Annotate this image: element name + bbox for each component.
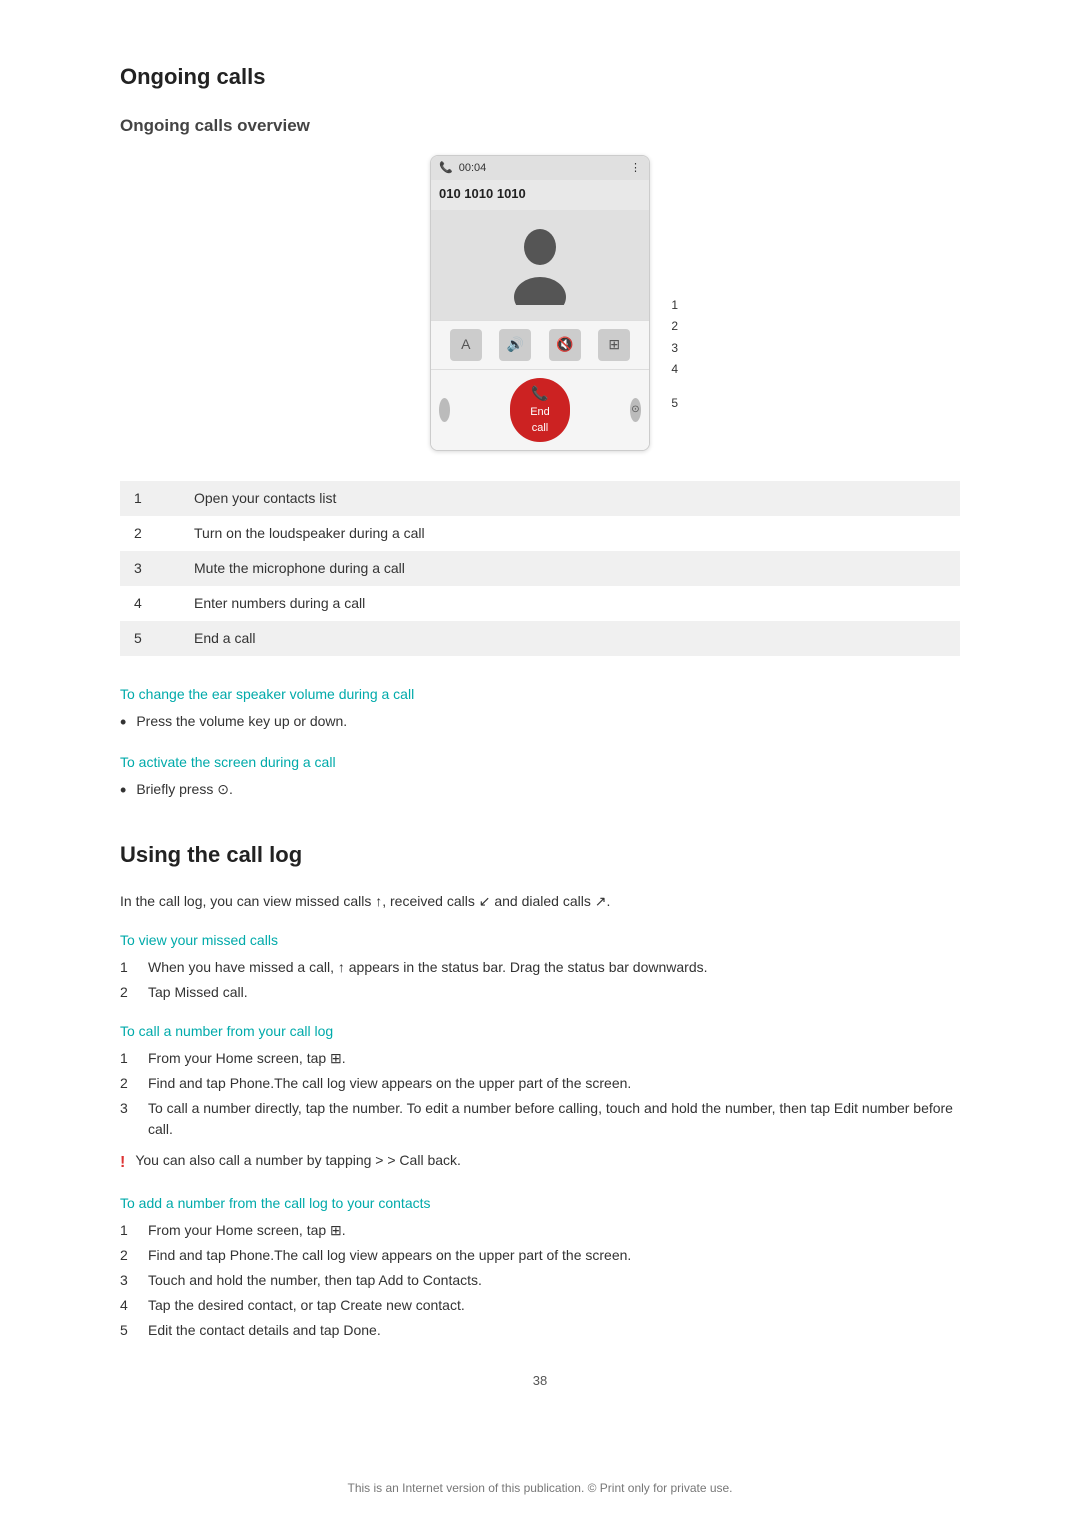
row-num: 1: [120, 481, 180, 516]
row-desc: Enter numbers during a call: [180, 586, 960, 621]
add-number-heading: To add a number from the call log to you…: [120, 1193, 960, 1214]
call-time: 00:04: [459, 160, 487, 177]
phone-number-display: 010 1010 1010: [431, 180, 649, 210]
menu-icon: ⋮: [630, 160, 641, 177]
bullet-dot-1: •: [120, 711, 126, 734]
row-num: 3: [120, 551, 180, 586]
add-number-list: 1 From your Home screen, tap ⊞. 2 Find and …: [120, 1220, 960, 1341]
step-num: 2: [120, 1073, 136, 1094]
list-item: 5 Edit the contact details and tap Done.: [120, 1320, 960, 1341]
step-text: To call a number directly, tap the numbe…: [148, 1098, 960, 1140]
call-log-list: 1 From your Home screen, tap ⊞. 2 Find and …: [120, 1048, 960, 1140]
table-row: 1Open your contacts list: [120, 481, 960, 516]
step-text: Edit the contact details and tap Done.: [148, 1320, 381, 1341]
table-row: 4Enter numbers during a call: [120, 586, 960, 621]
list-item: 2 Find and tap Phone.The call log view ap…: [120, 1073, 960, 1094]
side-num-1: 1: [667, 295, 678, 317]
warning-row: ! You can also call a number by tapping …: [120, 1150, 960, 1175]
tip2-heading: To activate the screen during a call: [120, 752, 960, 773]
row-desc: Mute the microphone during a call: [180, 551, 960, 586]
section-title-ongoing: Ongoing calls: [120, 60, 960, 93]
row-num: 5: [120, 621, 180, 656]
row-num: 2: [120, 516, 180, 551]
tip1-bullet: • Press the volume key up or down.: [120, 711, 960, 734]
table-row: 3Mute the microphone during a call: [120, 551, 960, 586]
step-num: 1: [120, 957, 136, 978]
side-num-5: 5: [667, 393, 678, 415]
tip2-text: Briefly press ⊙.: [136, 779, 233, 800]
step-text: When you have missed a call, ↑ appears i…: [148, 957, 708, 978]
section-title-calllog: Using the call log: [120, 838, 960, 871]
step-num: 5: [120, 1320, 136, 1341]
list-item: 3 To call a number directly, tap the numb…: [120, 1098, 960, 1140]
phone-mock: 📞 00:04 ⋮ 010 1010 1010 A 🔊: [430, 155, 650, 451]
tip1-heading: To change the ear speaker volume during …: [120, 684, 960, 705]
phone-wrapper: 📞 00:04 ⋮ 010 1010 1010 A 🔊: [430, 155, 650, 451]
list-item: 4 Tap the desired contact, or tap Create …: [120, 1295, 960, 1316]
step-text: Touch and hold the number, then tap Add …: [148, 1270, 482, 1291]
list-item: 1 When you have missed a call, ↑ appears …: [120, 957, 960, 978]
list-item: 3 Touch and hold the number, then tap Add…: [120, 1270, 960, 1291]
mute-btn: 🔇: [549, 329, 581, 361]
end-call-label: End call: [530, 404, 550, 437]
step-num: 2: [120, 982, 136, 1003]
table-row: 5End a call: [120, 621, 960, 656]
row-num: 4: [120, 586, 180, 621]
tip2-bullet: • Briefly press ⊙.: [120, 779, 960, 802]
step-num: 3: [120, 1270, 136, 1291]
bullet-dot-2: •: [120, 779, 126, 802]
warning-text: You can also call a number by tapping > …: [135, 1150, 461, 1171]
call-icon: 📞: [439, 160, 453, 177]
step-text: Find and tap Phone.The call log view app…: [148, 1073, 631, 1094]
phone-diagram-container: 📞 00:04 ⋮ 010 1010 1010 A 🔊: [120, 155, 960, 451]
contacts-btn: A: [450, 329, 482, 361]
list-item: 2 Tap Missed call.: [120, 982, 960, 1003]
side-num-4: 4: [667, 359, 678, 381]
step-num: 3: [120, 1098, 136, 1140]
missed-calls-heading: To view your missed calls: [120, 930, 960, 951]
step-num: 2: [120, 1245, 136, 1266]
side-num-3: 3: [667, 338, 678, 360]
row-desc: End a call: [180, 621, 960, 656]
diagram-table: 1Open your contacts list2Turn on the lou…: [120, 481, 960, 656]
side-numbers: 1 2 3 4 5: [667, 155, 678, 451]
phone-controls-row: A 🔊 🔇 ⊞: [431, 320, 649, 370]
step-text: From your Home screen, tap ⊞.: [148, 1220, 346, 1241]
list-item: 1 From your Home screen, tap ⊞.: [120, 1220, 960, 1241]
calllog-intro: In the call log, you can view missed cal…: [120, 891, 960, 912]
keypad-btn: ⊞: [598, 329, 630, 361]
step-text: From your Home screen, tap ⊞.: [148, 1048, 346, 1069]
phone-status-bar: 📞 00:04 ⋮: [431, 156, 649, 181]
list-item: 2 Find and tap Phone.The call log view ap…: [120, 1245, 960, 1266]
row-desc: Turn on the loudspeaker during a call: [180, 516, 960, 551]
step-num: 1: [120, 1220, 136, 1241]
row-desc: Open your contacts list: [180, 481, 960, 516]
step-text: Tap the desired contact, or tap Create n…: [148, 1295, 465, 1316]
footer-text: This is an Internet version of this publ…: [120, 1479, 960, 1497]
table-row: 2Turn on the loudspeaker during a call: [120, 516, 960, 551]
missed-calls-list: 1 When you have missed a call, ↑ appears …: [120, 957, 960, 1003]
speaker-btn: 🔊: [499, 329, 531, 361]
phone-end-call-area: 📞 End call ⊙: [431, 370, 649, 450]
side-num-2: 2: [667, 316, 678, 338]
avatar-silhouette: [508, 225, 573, 305]
list-item: 1 From your Home screen, tap ⊞.: [120, 1048, 960, 1069]
call-log-heading: To call a number from your call log: [120, 1021, 960, 1042]
subsection-title-overview: Ongoing calls overview: [120, 113, 960, 139]
step-text: Find and tap Phone.The call log view app…: [148, 1245, 631, 1266]
warning-icon: !: [120, 1151, 125, 1175]
page: Ongoing calls Ongoing calls overview 📞 0…: [0, 0, 1080, 1527]
page-number: 38: [120, 1371, 960, 1391]
tip1-text: Press the volume key up or down.: [136, 711, 347, 732]
step-text: Tap Missed call.: [148, 982, 248, 1003]
extra-btn: ⊙: [630, 398, 641, 422]
step-num: 1: [120, 1048, 136, 1069]
step-num: 4: [120, 1295, 136, 1316]
end-call-button: 📞 End call: [510, 378, 570, 442]
phone-avatar-area: [431, 210, 649, 320]
